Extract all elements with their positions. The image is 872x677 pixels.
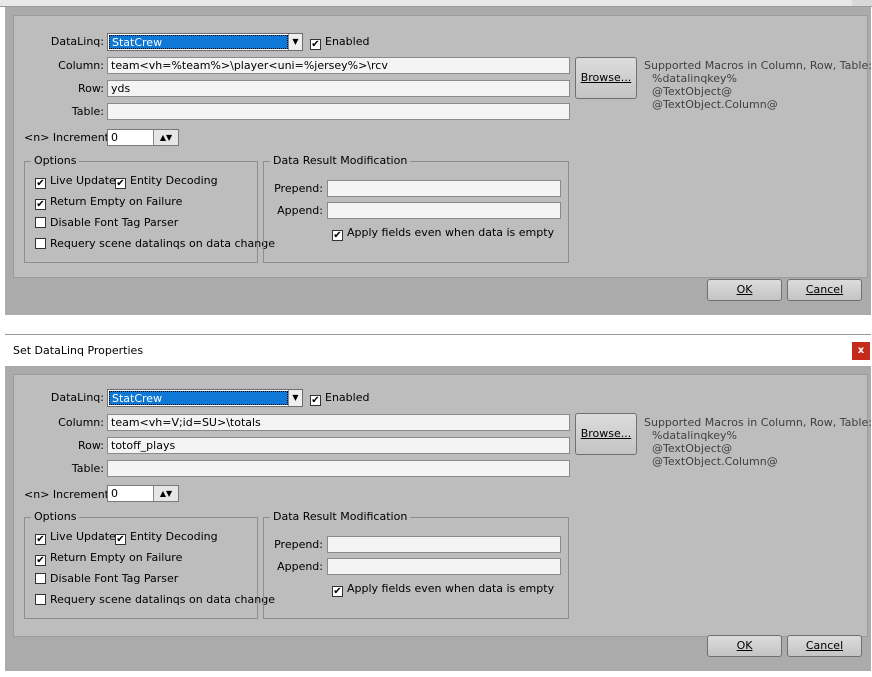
table-label: Table: [71,105,104,118]
increment-label: <n> Increment: [24,131,113,144]
macro-textobject: @TextObject@ [652,442,733,455]
checkbox-check-icon: ✔ [115,178,126,189]
datalinq-label: DataLinq: [50,35,104,48]
disable-font-tag-checkbox[interactable]: Disable Font Tag Parser [35,572,178,585]
data-result-modification-group: Data Result Modification Prepend: Append… [263,510,569,619]
datalinq-value: StatCrew [109,391,288,405]
column-label: Column: [58,416,104,429]
append-input[interactable] [327,202,561,219]
browse-button[interactable]: Browse... [575,57,637,99]
checkbox-check-icon: ✔ [332,586,343,597]
macro-datalinqkey: %datalinqkey% [652,429,738,442]
increment-spinner[interactable]: 0 ▲▼ [107,485,179,502]
checkbox-check-icon: ✔ [115,534,126,545]
checkbox-check-icon: ✔ [310,39,321,50]
spinner-arrows-icon[interactable]: ▲▼ [153,130,178,145]
requery-checkbox[interactable]: Requery scene datalinqs on data change [35,593,275,606]
datalinq-dialog-2: DataLinq: StatCrew ▼ ✔ Enabled Column: te… [5,366,872,671]
spinner-arrows-icon[interactable]: ▲▼ [153,486,178,501]
drm-title: Data Result Modification [270,510,411,523]
increment-value: 0 [111,131,118,144]
prepend-label: Prepend: [274,182,323,195]
return-empty-checkbox[interactable]: ✔ Return Empty on Failure [35,551,182,566]
datalinq-value: StatCrew [109,35,288,49]
checkbox-empty-icon [35,594,46,605]
column-input[interactable]: team<vh=%team%>\player<uni=%jersey%>\rcv [107,57,570,74]
prepend-input[interactable] [327,180,561,197]
previous-dialog-titlebar-edge [0,0,872,7]
append-label: Append: [277,560,323,573]
entity-decoding-checkbox[interactable]: ✔ Entity Decoding [115,530,218,545]
row-input[interactable]: yds [107,80,570,97]
checkbox-check-icon: ✔ [35,199,46,210]
increment-spinner[interactable]: 0 ▲▼ [107,129,179,146]
browse-button[interactable]: Browse... [575,413,637,455]
increment-label: <n> Increment: [24,488,113,501]
append-label: Append: [277,204,323,217]
checkbox-empty-icon [35,573,46,584]
options-group: Options ✔ Live Update ✔ Entity Decoding ✔ R… [24,154,275,263]
chevron-down-icon[interactable]: ▼ [288,34,302,50]
drm-title: Data Result Modification [270,154,411,167]
datalinq-combobox[interactable]: StatCrew ▼ [107,33,303,51]
checkbox-check-icon: ✔ [35,178,46,189]
apply-fields-checkbox[interactable]: ✔ Apply fields even when data is empty [332,226,554,241]
checkbox-empty-icon [35,238,46,249]
chevron-down-icon[interactable]: ▼ [288,390,302,406]
checkbox-check-icon: ✔ [310,395,321,406]
entity-decoding-checkbox[interactable]: ✔ Entity Decoding [115,174,218,189]
requery-checkbox[interactable]: Requery scene datalinqs on data change [35,237,275,250]
table-label: Table: [71,462,104,475]
live-update-checkbox[interactable]: ✔ Live Update [35,530,116,545]
datalinq-combobox[interactable]: StatCrew ▼ [107,389,303,407]
previous-close-button[interactable] [852,0,872,6]
ok-button[interactable]: OK [707,279,782,301]
macro-textobject-column: @TextObject.Column@ [652,98,778,111]
prepend-input[interactable] [327,536,561,553]
cancel-button[interactable]: Cancel [787,635,862,657]
supported-macros: Supported Macros in Column, Row, Table: … [644,416,872,468]
apply-fields-checkbox[interactable]: ✔ Apply fields even when data is empty [332,582,554,597]
append-input[interactable] [327,558,561,575]
increment-value: 0 [111,487,118,500]
ok-button[interactable]: OK [707,635,782,657]
supported-macros: Supported Macros in Column, Row, Table: … [644,59,872,111]
column-label: Column: [58,59,104,72]
checkbox-empty-icon [35,217,46,228]
row-input[interactable]: totoff_plays [107,437,570,454]
live-update-checkbox[interactable]: ✔ Live Update [35,174,116,189]
options-title: Options [31,154,80,167]
dialog-titlebar: Set DataLinq Properties x [5,334,871,366]
row-label: Row: [78,82,104,95]
return-empty-checkbox[interactable]: ✔ Return Empty on Failure [35,195,182,210]
macros-heading: Supported Macros in Column, Row, Table: [644,416,872,429]
macro-textobject-column: @TextObject.Column@ [652,455,778,468]
disable-font-tag-checkbox[interactable]: Disable Font Tag Parser [35,216,178,229]
checkbox-check-icon: ✔ [35,555,46,566]
dialog-title: Set DataLinq Properties [13,344,144,357]
datalinq-dialog-1: DataLinq: StatCrew ▼ ✔ Enabled Column: te… [5,7,872,315]
cancel-button[interactable]: Cancel [787,279,862,301]
checkbox-check-icon: ✔ [35,534,46,545]
options-group: Options ✔ Live Update ✔ Entity Decoding ✔ R… [24,510,275,619]
macro-textobject: @TextObject@ [652,85,733,98]
options-title: Options [31,510,80,523]
macro-datalinqkey: %datalinqkey% [652,72,738,85]
macros-heading: Supported Macros in Column, Row, Table: [644,59,872,72]
properties-panel-2: DataLinq: StatCrew ▼ ✔ Enabled Column: te… [13,374,872,637]
datalinq-label: DataLinq: [50,391,104,404]
table-input[interactable] [107,103,570,120]
enabled-checkbox[interactable]: ✔ Enabled [310,391,369,406]
table-input[interactable] [107,460,570,477]
row-label: Row: [78,439,104,452]
enabled-checkbox[interactable]: ✔ Enabled [310,35,369,50]
properties-panel-1: DataLinq: StatCrew ▼ ✔ Enabled Column: te… [13,15,872,278]
data-result-modification-group: Data Result Modification Prepend: Append… [263,154,569,263]
column-input[interactable]: team<vh=V;id=SU>\totals [107,414,570,431]
checkbox-check-icon: ✔ [332,230,343,241]
close-button[interactable]: x [852,342,870,360]
prepend-label: Prepend: [274,538,323,551]
